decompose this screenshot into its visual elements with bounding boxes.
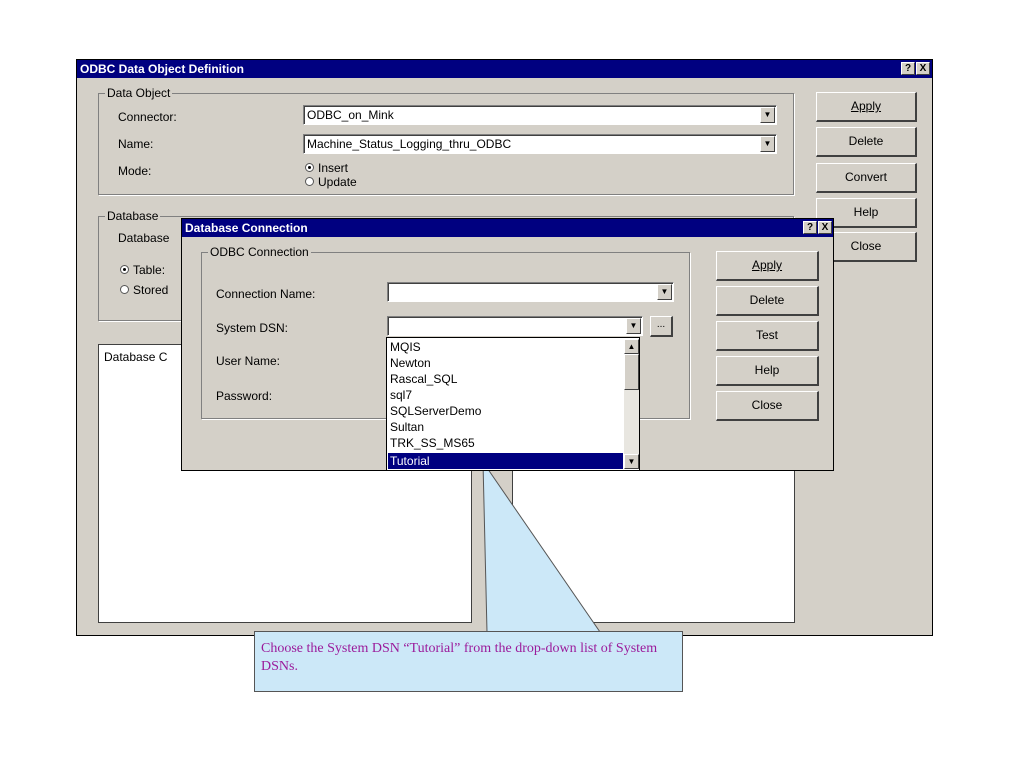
- dsn-option-newton[interactable]: Newton: [389, 355, 431, 371]
- system-dsn-combo[interactable]: ▼: [387, 316, 643, 336]
- dsn-list-scrollbar[interactable]: ▲ ▼: [624, 339, 639, 469]
- callout-arrow-shape: [482, 460, 601, 633]
- instruction-callout: Choose the System DSN “Tutorial” from th…: [254, 631, 683, 692]
- dsn-option-sultan[interactable]: Sultan: [389, 419, 424, 435]
- connection-name-label: Connection Name:: [216, 287, 316, 301]
- system-dsn-dropdown-list[interactable]: MQIS Newton Rascal_SQL sql7 SQLServerDem…: [386, 337, 640, 471]
- chevron-down-icon[interactable]: ▼: [626, 318, 641, 334]
- close-icon[interactable]: X: [818, 221, 832, 234]
- dsn-option-mqis[interactable]: MQIS: [389, 339, 421, 355]
- dsn-option-rascal-sql[interactable]: Rascal_SQL: [389, 371, 457, 387]
- scroll-up-icon[interactable]: ▲: [624, 339, 639, 354]
- connection-help-button[interactable]: Help: [716, 356, 819, 386]
- connection-close-button[interactable]: Close: [716, 391, 819, 421]
- browse-dsn-button[interactable]: ...: [650, 316, 673, 337]
- connection-delete-label: Delete: [749, 293, 785, 307]
- test-button-label: Test: [755, 328, 778, 342]
- connection-dialog-title: Database Connection: [185, 221, 308, 235]
- browse-dsn-label: ...: [656, 319, 666, 330]
- connection-name-combo[interactable]: ▼: [387, 282, 674, 302]
- system-dsn-label: System DSN:: [216, 321, 289, 335]
- connection-apply-label: Apply: [751, 258, 783, 272]
- connection-close-label: Close: [751, 398, 783, 412]
- scroll-thumb[interactable]: [624, 354, 639, 390]
- dsn-option-sqlserverdemo[interactable]: SQLServerDemo: [389, 403, 481, 419]
- dsn-option-trk-ss-ms65[interactable]: TRK_SS_MS65: [389, 435, 475, 451]
- user-name-label: User Name:: [216, 354, 281, 368]
- dsn-option-tutorial-selected[interactable]: Tutorial: [388, 453, 623, 469]
- connection-delete-button[interactable]: Delete: [716, 286, 819, 316]
- test-button[interactable]: Test: [716, 321, 819, 351]
- odbc-connection-group-label: ODBC Connection: [208, 245, 311, 259]
- dsn-option-sql7[interactable]: sql7: [389, 387, 412, 403]
- help-icon[interactable]: ?: [803, 221, 817, 234]
- password-label: Password:: [216, 389, 273, 403]
- chevron-down-icon[interactable]: ▼: [657, 284, 672, 300]
- connection-apply-button[interactable]: Apply: [716, 251, 819, 281]
- connection-title-bar[interactable]: Database Connection ? X: [182, 219, 833, 237]
- callout-text: Choose the System DSN “Tutorial” from th…: [261, 641, 658, 674]
- scroll-down-icon[interactable]: ▼: [624, 454, 639, 469]
- connection-help-label: Help: [754, 363, 780, 377]
